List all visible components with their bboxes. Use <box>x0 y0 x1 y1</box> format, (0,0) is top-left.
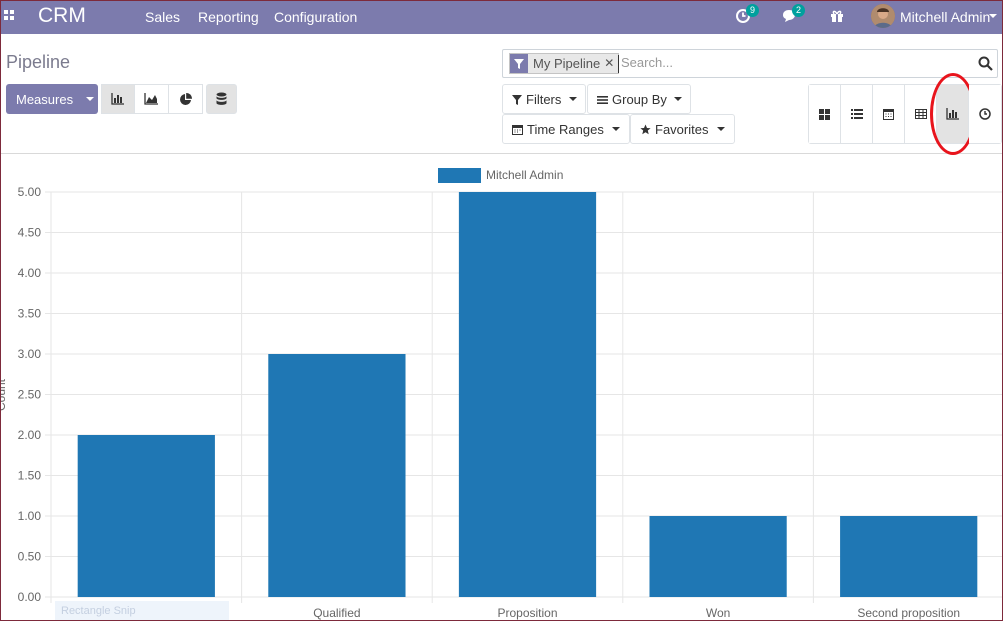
y-tick-label: 4.00 <box>18 266 42 280</box>
y-tick-label: 1.50 <box>18 469 42 483</box>
chevron-down-icon <box>86 97 94 101</box>
chevron-down-icon <box>569 97 577 101</box>
line-chart-mode-button[interactable] <box>135 84 169 114</box>
activity-icon[interactable]: 9 <box>736 4 759 25</box>
list-icon <box>597 93 608 108</box>
area-chart-icon <box>144 93 158 105</box>
breadcrumb: Pipeline <box>6 52 71 72</box>
control-panel: Pipeline Measures My Pipeline ✕ Search..… <box>1 34 1002 155</box>
table-icon <box>914 109 927 119</box>
gift-icon[interactable] <box>830 7 848 25</box>
filter-icon <box>512 93 522 108</box>
search-input[interactable]: Search... <box>618 55 673 73</box>
list-icon <box>850 109 863 119</box>
y-tick-label: 0.00 <box>18 590 42 604</box>
chevron-down-icon <box>717 127 725 131</box>
star-icon <box>640 123 651 138</box>
chevron-down-icon <box>674 97 682 101</box>
x-tick-label: Proposition <box>497 606 557 620</box>
user-name[interactable]: Mitchell Admin <box>900 9 990 25</box>
clock-icon <box>979 108 991 120</box>
messages-icon[interactable]: 2 <box>782 4 805 25</box>
bar <box>458 192 597 597</box>
search-bar[interactable]: My Pipeline ✕ Search... <box>502 49 998 78</box>
calendar-icon <box>512 123 523 138</box>
view-switcher <box>808 73 1002 155</box>
bar-chart-icon <box>945 108 959 120</box>
bar <box>268 354 406 597</box>
y-tick-label: 5.00 <box>18 185 42 199</box>
y-tick-label: 3.00 <box>18 347 42 361</box>
apps-menu-icon[interactable] <box>4 10 14 20</box>
user-avatar[interactable] <box>871 4 895 28</box>
search-facet[interactable]: My Pipeline ✕ <box>509 53 620 74</box>
pie-chart-icon <box>180 92 192 105</box>
pie-chart-mode-button[interactable] <box>169 84 203 114</box>
favorites-dropdown[interactable]: Favorites <box>630 114 735 144</box>
legend-label: Mitchell Admin <box>486 168 563 182</box>
bar <box>649 516 787 597</box>
app-window: CRM Sales Reporting Configuration 9 2 Mi… <box>0 0 1003 621</box>
chart-mode-group <box>101 84 203 114</box>
menu-configuration[interactable]: Configuration <box>274 9 357 25</box>
search-icon[interactable] <box>978 56 993 76</box>
kanban-view-button[interactable] <box>809 85 841 143</box>
app-brand[interactable]: CRM <box>38 4 86 28</box>
y-tick-label: 1.00 <box>18 509 42 523</box>
group-by-dropdown[interactable]: Group By <box>587 84 691 114</box>
legend-swatch <box>438 168 481 183</box>
calendar-icon <box>883 109 894 120</box>
activity-badge: 9 <box>746 4 759 17</box>
bar <box>840 516 978 597</box>
time-ranges-dropdown[interactable]: Time Ranges <box>502 114 630 144</box>
y-tick-label: 2.50 <box>18 388 42 402</box>
y-tick-label: 3.50 <box>18 307 42 321</box>
measures-button[interactable]: Measures <box>6 84 98 114</box>
activity-view-button[interactable] <box>969 85 1001 143</box>
time-ranges-label: Time Ranges <box>527 122 604 137</box>
stacked-toggle-button[interactable] <box>206 84 237 114</box>
menu-reporting[interactable]: Reporting <box>198 9 259 25</box>
menu-sales[interactable]: Sales <box>145 9 180 25</box>
y-tick-label: 2.00 <box>18 428 42 442</box>
filters-dropdown[interactable]: Filters <box>502 84 586 114</box>
top-navbar: CRM Sales Reporting Configuration 9 2 Mi… <box>1 1 1002 34</box>
group-by-label: Group By <box>612 92 667 107</box>
x-tick-label: Second proposition <box>857 606 960 620</box>
kanban-icon <box>819 108 830 120</box>
y-tick-label: 4.50 <box>18 226 42 240</box>
messages-badge: 2 <box>792 4 805 17</box>
snip-tooltip: Rectangle Snip <box>55 601 229 620</box>
measures-label: Measures <box>16 92 74 107</box>
remove-facet-icon[interactable]: ✕ <box>604 54 618 73</box>
facet-value: My Pipeline <box>533 56 601 71</box>
y-axis-label: Count <box>1 378 8 411</box>
user-menu-caret-icon[interactable] <box>989 14 997 18</box>
graph-view: 0.00 0.50 1.00 1.50 2.00 2.50 3.00 3.50 4.00 4.50… <box>1 155 1002 620</box>
chevron-down-icon <box>612 127 620 131</box>
x-tick-label: Won <box>706 606 730 620</box>
favorites-label: Favorites <box>655 122 709 137</box>
list-view-button[interactable] <box>841 85 873 143</box>
filter-icon <box>510 54 528 73</box>
graph-view-button[interactable] <box>930 73 976 155</box>
filters-label: Filters <box>526 92 562 107</box>
bar-chart: 0.00 0.50 1.00 1.50 2.00 2.50 3.00 3.50 4.00 4.50… <box>1 168 1002 620</box>
database-icon <box>216 92 227 105</box>
y-tick-label: 0.50 <box>18 550 42 564</box>
calendar-view-button[interactable] <box>873 85 905 143</box>
x-tick-label: Qualified <box>313 606 360 620</box>
bar-chart-icon <box>111 93 124 105</box>
pivot-view-button[interactable] <box>905 85 937 143</box>
bar-chart-mode-button[interactable] <box>101 84 135 114</box>
bar <box>77 435 215 597</box>
